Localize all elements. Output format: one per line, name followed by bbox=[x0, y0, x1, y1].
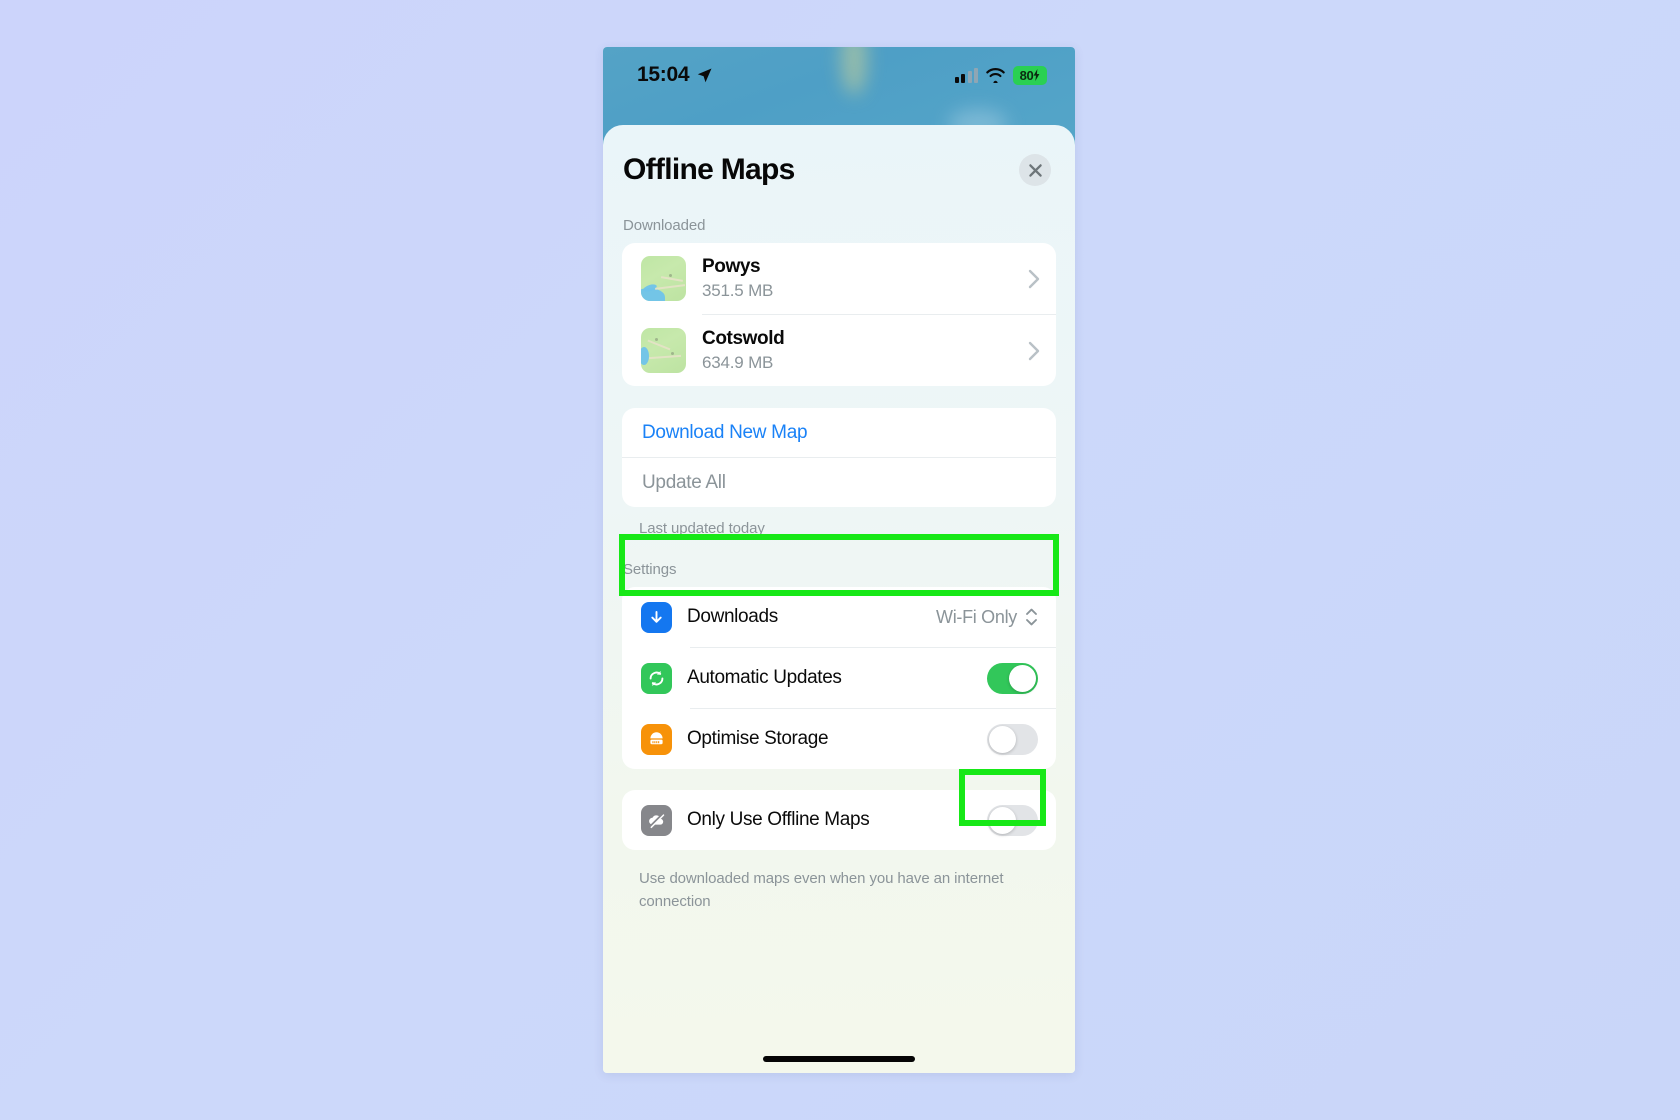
optimise-storage-toggle[interactable] bbox=[987, 723, 1038, 755]
map-thumbnail bbox=[641, 256, 686, 301]
download-new-map-label: Download New Map bbox=[642, 421, 808, 443]
settings-row-only-use-offline-maps[interactable]: Only Use Offline Maps bbox=[622, 790, 1056, 850]
settings-label-automatic-updates: Automatic Updates bbox=[687, 667, 842, 688]
map-thumbnail bbox=[641, 328, 686, 373]
status-time: 15:04 bbox=[637, 63, 690, 86]
cloud-slash-icon bbox=[641, 804, 672, 836]
offline-only-card: Only Use Offline Maps bbox=[622, 790, 1056, 850]
settings-label-optimise-storage: Optimise Storage bbox=[687, 728, 829, 749]
wifi-icon bbox=[986, 68, 1005, 83]
map-item-texts: Cotswold 634.9 MB bbox=[702, 328, 1028, 373]
status-bar: 15:04 80 bbox=[603, 47, 1075, 103]
toggle-knob bbox=[989, 806, 1016, 834]
chevron-right-icon bbox=[1028, 269, 1040, 288]
offline-maps-footnote: Use downloaded maps even when you have a… bbox=[639, 870, 1004, 911]
downloads-value: Wi-Fi Only bbox=[936, 606, 1017, 627]
settings-row-optimise-storage[interactable]: Optimise Storage bbox=[622, 709, 1056, 769]
settings-card: Downloads Wi-Fi Only Automatic Updates O… bbox=[622, 587, 1056, 769]
battery-percent-label: 80 bbox=[1019, 67, 1034, 83]
map-size: 351.5 MB bbox=[702, 281, 774, 300]
settings-label-downloads: Downloads bbox=[687, 606, 778, 627]
downloaded-maps-card: Powys 351.5 MB Cotswold 634.9 MB bbox=[622, 243, 1056, 386]
battery-indicator: 80 bbox=[1013, 65, 1047, 85]
last-updated-note: Last updated today bbox=[639, 520, 765, 537]
map-actions-card: Download New Map Update All bbox=[622, 408, 1056, 507]
stepper-chevrons-icon[interactable] bbox=[1025, 608, 1038, 626]
map-name: Powys bbox=[702, 256, 761, 277]
refresh-circular-icon bbox=[641, 662, 672, 694]
map-name: Cotswold bbox=[702, 328, 785, 349]
location-arrow-icon bbox=[698, 68, 712, 82]
download-new-map-button[interactable]: Download New Map bbox=[622, 408, 1056, 457]
map-size: 634.9 MB bbox=[702, 353, 774, 372]
cellular-bars-icon bbox=[954, 67, 978, 83]
close-x-icon bbox=[1028, 163, 1042, 177]
settings-row-automatic-updates[interactable]: Automatic Updates bbox=[622, 648, 1056, 708]
screenshot-canvas: 15:04 80 Offline Maps Downloaded Powys 3… bbox=[0, 0, 1680, 1120]
downloaded-section-label: Downloaded bbox=[623, 217, 706, 234]
toggle-knob bbox=[1009, 664, 1036, 692]
close-button[interactable] bbox=[1019, 154, 1051, 186]
storage-drive-icon bbox=[641, 723, 672, 755]
list-item[interactable]: Cotswold 634.9 MB bbox=[622, 315, 1056, 386]
settings-label-only-use-offline-maps: Only Use Offline Maps bbox=[687, 809, 870, 830]
status-bar-left: 15:04 bbox=[637, 63, 713, 87]
chevron-right-icon bbox=[1028, 341, 1040, 360]
only-use-offline-maps-toggle[interactable] bbox=[987, 804, 1038, 836]
download-arrow-icon bbox=[641, 601, 672, 633]
toggle-knob bbox=[989, 725, 1016, 753]
offline-maps-sheet: Offline Maps Downloaded Powys 351.5 MB C… bbox=[603, 125, 1075, 1073]
automatic-updates-toggle[interactable] bbox=[987, 662, 1038, 694]
list-item[interactable]: Powys 351.5 MB bbox=[622, 243, 1056, 314]
home-indicator bbox=[763, 1056, 915, 1062]
update-all-label: Update All bbox=[642, 471, 726, 493]
settings-row-downloads[interactable]: Downloads Wi-Fi Only bbox=[622, 587, 1056, 647]
lightning-bolt-icon bbox=[1034, 69, 1040, 81]
update-all-button[interactable]: Update All bbox=[622, 458, 1056, 507]
sheet-header: Offline Maps bbox=[603, 125, 1075, 187]
page-title: Offline Maps bbox=[623, 153, 795, 186]
settings-section-label: Settings bbox=[623, 561, 677, 578]
phone-screen: 15:04 80 Offline Maps Downloaded Powys 3… bbox=[603, 47, 1075, 1073]
map-item-texts: Powys 351.5 MB bbox=[702, 256, 1028, 301]
status-bar-right: 80 bbox=[954, 65, 1047, 85]
